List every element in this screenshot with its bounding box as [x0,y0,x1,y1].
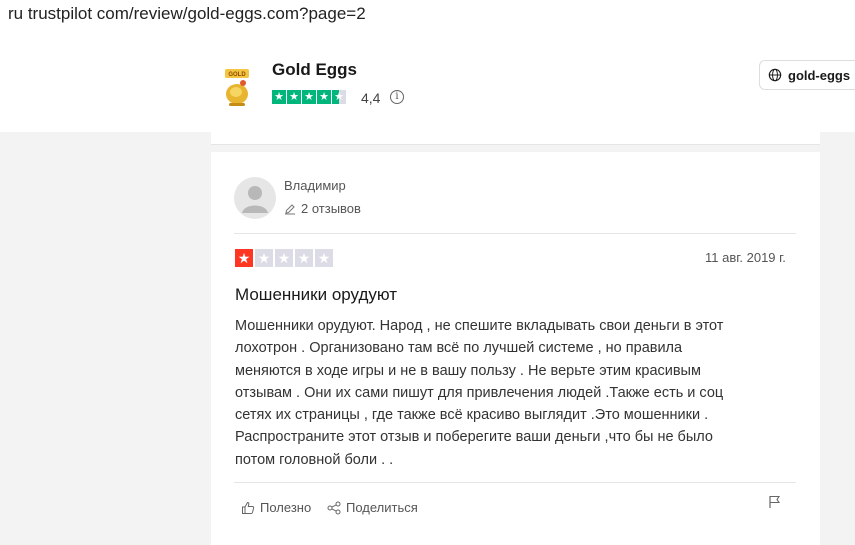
review-title[interactable]: Мошенники орудуют [235,285,397,305]
review-body: Мошенники орудуют. Народ , не спешите вк… [235,315,795,471]
reviewer-name[interactable]: Владимир [284,178,346,193]
half-star-icon: ★ [332,90,346,104]
review-count-label: 2 отзывов [301,201,361,216]
review-card: Владимир 2 отзывов ★ ★ ★ ★ ★ 11 авг. 201… [211,152,820,545]
company-website-button[interactable]: gold-eggs [759,60,855,90]
review-body-line: отзывам . Они их сами пишут для привлече… [235,384,724,401]
star-icon: ★ [235,249,253,267]
star-icon: ★ [255,249,273,267]
reviewer-review-count: 2 отзывов [284,201,361,216]
thumbs-up-icon [242,501,255,514]
company-rating: 4,4 [361,90,381,106]
review-body-line: лохотрон . Организовано там всё по лучше… [235,340,683,357]
top-bar: ru trustpilot com/review/gold-eggs.com?p… [0,0,855,132]
company-logo[interactable]: GOLD [219,63,255,107]
review-body-line: Мошенники орудуют. Народ , не спешите вк… [235,318,724,334]
page-url: ru trustpilot com/review/gold-eggs.com?p… [8,4,366,23]
avatar[interactable] [234,177,276,219]
share-icon [327,501,341,514]
share-button[interactable]: Поделиться [327,500,418,515]
pencil-icon [285,203,295,214]
company-website-label: gold-eggs [788,67,851,83]
star-icon: ★ [287,90,301,104]
useful-button[interactable]: Полезно [241,500,311,515]
previous-review-card [211,132,820,145]
star-icon: ★ [275,249,293,267]
info-icon[interactable]: i [390,90,404,104]
divider [234,233,796,234]
company-name[interactable]: Gold Eggs [272,60,357,80]
star-icon: ★ [272,90,286,104]
flag-icon[interactable] [768,495,781,509]
review-body-line: меняются в ходе игры и не в вашу пользу … [235,362,701,379]
useful-label: Полезно [260,500,312,515]
review-star-rating: ★ ★ ★ ★ ★ [235,249,333,267]
star-icon: ★ [302,90,316,104]
svg-text:GOLD: GOLD [228,72,246,78]
star-icon: ★ [317,90,331,104]
review-body-line: Распространите этот отзыв и поберегите в… [235,429,713,446]
review-body-line: потом головной боли . . [235,451,394,468]
share-label: Поделиться [346,500,418,515]
review-body-line: сетях их страницы , где также всё красив… [235,407,709,424]
star-icon: ★ [315,249,333,267]
divider [234,482,796,483]
globe-icon [768,68,782,82]
star-icon: ★ [295,249,313,267]
review-date: 11 авг. 2019 г. [705,250,786,265]
company-star-rating: ★ ★ ★ ★ ★ [272,90,346,104]
